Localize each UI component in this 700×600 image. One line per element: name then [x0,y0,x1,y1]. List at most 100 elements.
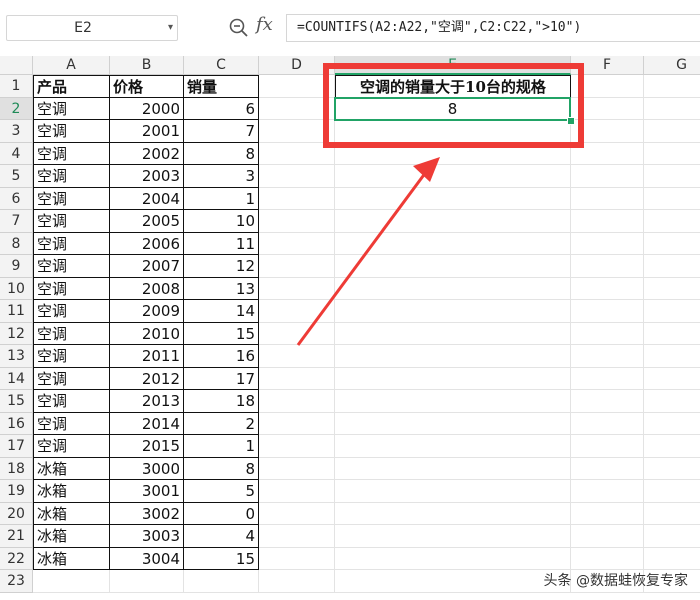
column-header-g[interactable]: G [644,56,700,75]
table-header-cell[interactable]: 销量 [184,75,259,98]
result-value-cell[interactable]: 8 [335,97,571,120]
result-label-cell[interactable]: 空调的销量大于10台的规格 [335,75,571,98]
table-cell[interactable]: 2013 [110,390,184,413]
table-cell[interactable]: 2014 [110,412,184,435]
spreadsheet-grid[interactable]: A B C D E F G 1 产品 价格 销量 空调的销量大于10台的规格 2 空调 2000 6 8 3 空调 2… [0,56,700,600]
cell-g15[interactable] [644,390,700,413]
fx-icon[interactable]: fx [256,14,273,35]
table-cell[interactable]: 2001 [110,120,184,143]
table-cell[interactable]: 2011 [110,345,184,368]
cell-e16[interactable] [335,412,571,435]
cell-f21[interactable] [571,525,644,548]
select-all-corner[interactable] [0,56,33,75]
cell-e17[interactable] [335,435,571,458]
cell-d13[interactable] [259,345,335,368]
table-cell[interactable]: 2012 [110,367,184,390]
cell-g2[interactable] [644,98,700,120]
cell-g1[interactable] [644,75,700,98]
cell-f22[interactable] [571,547,644,570]
cell-f7[interactable] [571,210,644,233]
cell-g22[interactable] [644,548,700,570]
table-cell[interactable]: 空调 [33,187,110,210]
cell-e5[interactable] [335,165,571,188]
table-cell[interactable]: 3002 [110,502,184,525]
cell-d18[interactable] [259,457,335,480]
cell-f18[interactable] [571,457,644,480]
cell-g11[interactable] [644,300,700,323]
table-cell[interactable]: 空调 [33,165,110,188]
cell-e9[interactable] [335,255,571,278]
cell-g14[interactable] [644,368,700,390]
cell-f11[interactable] [571,300,644,323]
cell-g4[interactable] [644,143,700,165]
cell-e4[interactable] [335,142,571,165]
table-cell[interactable]: 空调 [33,120,110,143]
table-cell[interactable]: 6 [184,97,259,120]
fill-handle[interactable] [567,117,575,125]
table-cell[interactable]: 空调 [33,435,110,458]
cell-f13[interactable] [571,345,644,368]
cell-g16[interactable] [644,413,700,435]
table-cell[interactable]: 冰箱 [33,547,110,570]
cell-d21[interactable] [259,525,335,548]
table-cell[interactable]: 8 [184,457,259,480]
table-cell[interactable]: 空调 [33,300,110,323]
row-header-2[interactable]: 2 [0,97,33,120]
cell-e22[interactable] [335,547,571,570]
cell-d2[interactable] [259,97,335,120]
formula-input[interactable]: =COUNTIFS(A2:A22,"空调",C2:C22,">10") [286,14,700,42]
table-cell[interactable]: 5 [184,480,259,503]
cell-f9[interactable] [571,255,644,278]
row-header-1[interactable]: 1 [0,75,33,98]
table-cell[interactable]: 2003 [110,165,184,188]
row-header-20[interactable]: 20 [0,502,33,525]
table-cell[interactable]: 3001 [110,480,184,503]
cell-g8[interactable] [644,233,700,255]
cell-f6[interactable] [571,187,644,210]
cell-d11[interactable] [259,300,335,323]
cell-e14[interactable] [335,367,571,390]
cell-f14[interactable] [571,367,644,390]
cell-b23[interactable] [110,570,184,593]
row-header-12[interactable]: 12 [0,322,33,345]
row-header-18[interactable]: 18 [0,457,33,480]
cell-g7[interactable] [644,210,700,233]
table-cell[interactable]: 冰箱 [33,457,110,480]
table-cell[interactable]: 4 [184,525,259,548]
row-header-15[interactable]: 15 [0,390,33,413]
cell-g21[interactable] [644,525,700,548]
cell-d19[interactable] [259,480,335,503]
cell-f8[interactable] [571,232,644,255]
cell-d1[interactable] [259,75,335,98]
table-cell[interactable]: 13 [184,277,259,300]
column-header-e[interactable]: E [335,56,571,75]
table-cell[interactable]: 空调 [33,367,110,390]
cell-g3[interactable] [644,120,700,143]
cell-g19[interactable] [644,480,700,503]
table-cell[interactable]: 15 [184,322,259,345]
cell-f19[interactable] [571,480,644,503]
cell-g6[interactable] [644,188,700,210]
table-cell[interactable]: 12 [184,255,259,278]
row-header-22[interactable]: 22 [0,547,33,570]
row-header-23[interactable]: 23 [0,570,33,593]
table-cell[interactable]: 空调 [33,412,110,435]
table-cell[interactable]: 空调 [33,255,110,278]
table-cell[interactable]: 空调 [33,232,110,255]
table-cell[interactable]: 2010 [110,322,184,345]
cell-e21[interactable] [335,525,571,548]
cell-c23[interactable] [184,570,259,593]
row-header-17[interactable]: 17 [0,435,33,458]
zoom-icon[interactable] [228,17,250,39]
cell-e15[interactable] [335,390,571,413]
cell-f1[interactable] [571,75,644,98]
cell-f17[interactable] [571,435,644,458]
table-cell[interactable]: 0 [184,502,259,525]
table-cell[interactable]: 2008 [110,277,184,300]
row-header-10[interactable]: 10 [0,277,33,300]
table-cell[interactable]: 17 [184,367,259,390]
cell-d20[interactable] [259,502,335,525]
cell-e23[interactable] [335,570,571,593]
cell-f5[interactable] [571,165,644,188]
cell-f4[interactable] [571,142,644,165]
